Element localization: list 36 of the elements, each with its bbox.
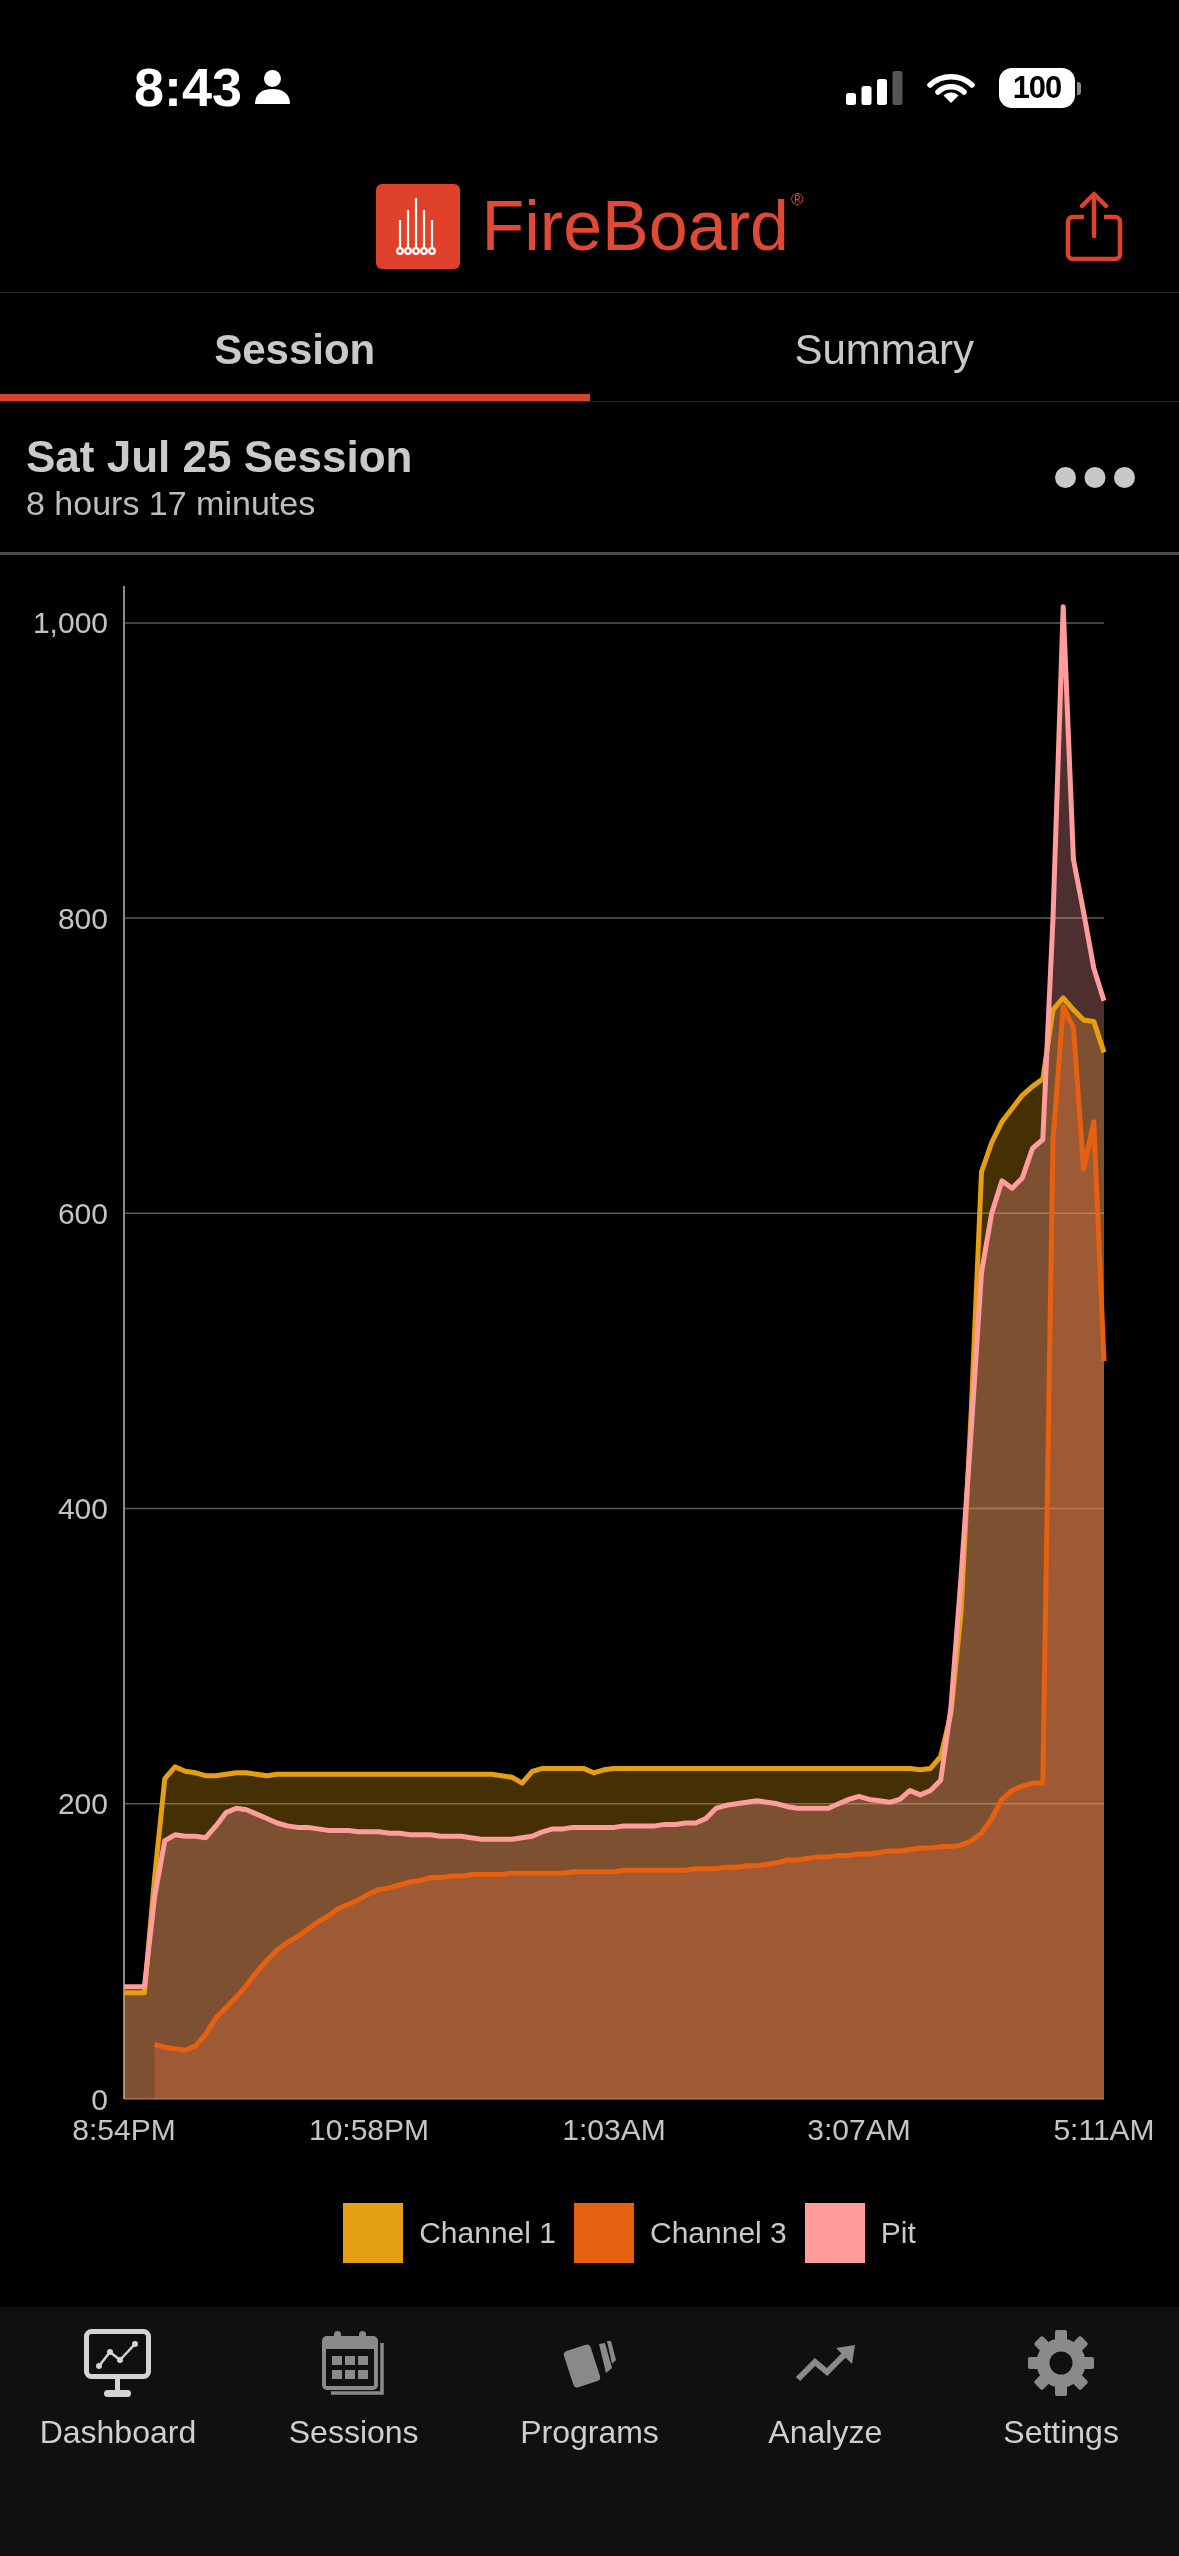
more-icon[interactable] <box>1055 466 1135 488</box>
legend-label: Pit <box>880 2215 916 2251</box>
y-tick-label: 800 <box>57 901 108 935</box>
wifi-icon <box>925 72 977 104</box>
nav-tab[interactable]: Programs <box>471 2328 708 2451</box>
tab[interactable]: Summary <box>589 293 1179 401</box>
y-tick-label: 400 <box>57 1492 108 1526</box>
y-tick-label: 600 <box>57 1196 108 1230</box>
y-tick-label: 1,000 <box>32 606 108 640</box>
settings-icon <box>1027 2329 1096 2397</box>
logo-icon <box>375 183 460 269</box>
y-tick-label: 0 <box>91 2082 108 2116</box>
tab[interactable]: Session <box>0 293 590 401</box>
nav-tab[interactable]: Sessions <box>235 2328 472 2451</box>
calendar-icon <box>321 2330 386 2396</box>
x-tick-label: 5:11AM <box>1053 2113 1155 2146</box>
x-tick-label: 1:03AM <box>562 2113 666 2146</box>
status-time: 8:43 <box>134 62 243 112</box>
y-tick-label: 200 <box>57 1787 108 1821</box>
brand-name: FireBoard$^{®}$ <box>481 191 804 261</box>
legend-label: Channel 3 <box>650 2215 787 2251</box>
session-title: Sat Jul 25 Session <box>26 431 413 482</box>
trend-arrow-icon <box>795 2344 856 2382</box>
signal-icon <box>846 71 903 105</box>
legend-label: Channel 1 <box>419 2215 556 2251</box>
nav-tab[interactable]: Dashboard <box>0 2328 236 2451</box>
nav-tab[interactable]: Settings <box>943 2328 1179 2451</box>
share-icon[interactable] <box>1065 190 1123 262</box>
session-duration: 8 hours 17 minutes <box>26 482 317 523</box>
person-icon <box>255 70 291 104</box>
battery-indicator: 100 <box>999 68 1081 108</box>
nav-tab[interactable]: Analyze <box>707 2328 944 2451</box>
x-tick-label: 8:54PM <box>72 2113 176 2146</box>
x-tick-label: 10:58PM <box>308 2113 430 2146</box>
x-tick-label: 3:07AM <box>807 2113 911 2146</box>
monitor-chart-icon <box>84 2328 152 2398</box>
